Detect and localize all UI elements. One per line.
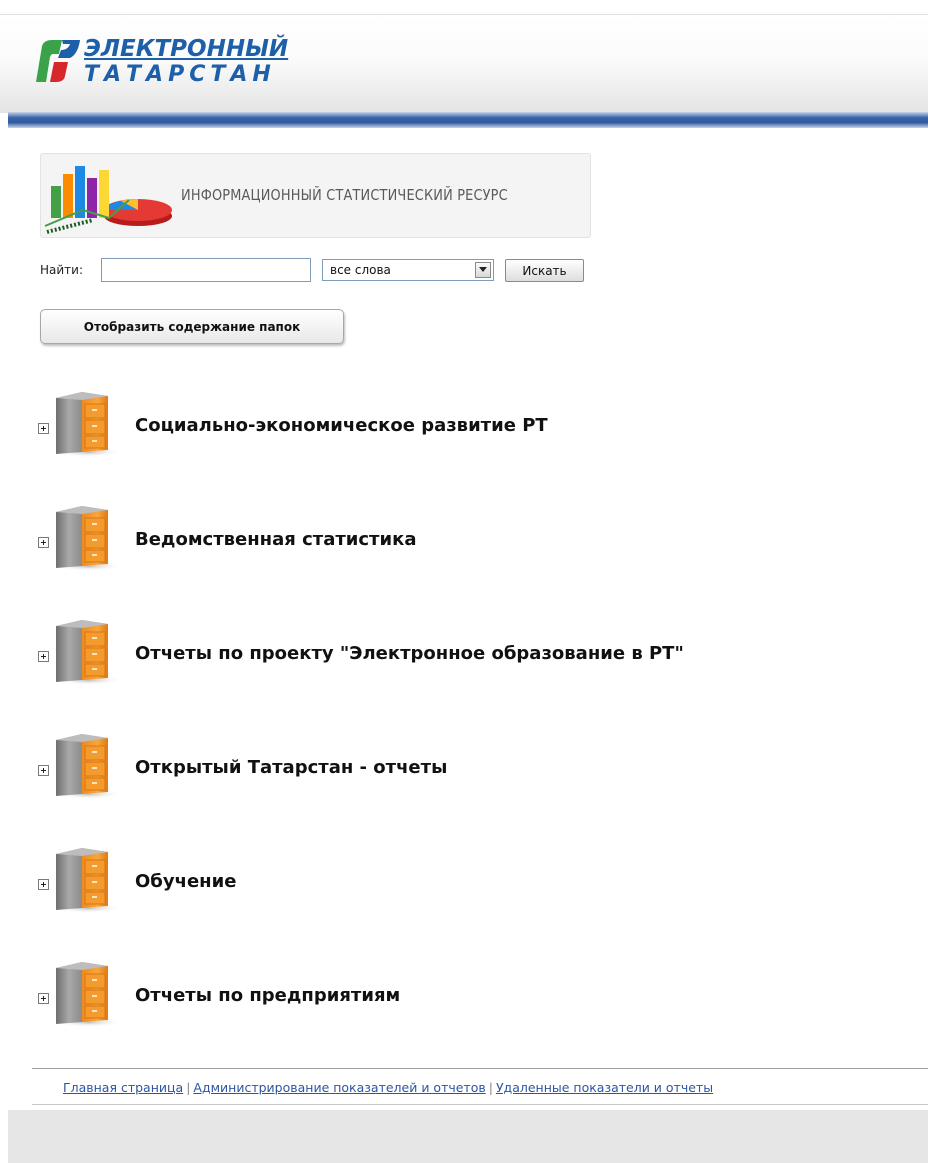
tree-item-label[interactable]: Открытый Татарстан - отчеты — [135, 757, 447, 778]
footer-separator: | — [488, 1080, 493, 1095]
banner-title: ИНФОРМАЦИОННЫЙ СТАТИСТИЧЕСКИЙ РЕСУРС — [181, 186, 508, 204]
file-cabinet-icon — [53, 961, 123, 1028]
footer-bar — [8, 1110, 928, 1163]
tree-item-label[interactable]: Отчеты по предприятиям — [135, 985, 400, 1006]
search-button[interactable]: Искать — [505, 259, 584, 282]
tree-item-departmental-stats[interactable]: Ведомственная статистика — [0, 496, 928, 586]
file-cabinet-icon — [53, 619, 123, 686]
tree-item-enterprise-reports[interactable]: Отчеты по предприятиям — [0, 952, 928, 1042]
dropdown-arrow-icon[interactable] — [475, 262, 491, 278]
file-cabinet-icon — [53, 733, 123, 800]
statistics-chart-icon — [44, 166, 172, 234]
footer-link-home[interactable]: Главная страница — [63, 1080, 183, 1095]
tree-item-label[interactable]: Отчеты по проекту "Электронное образован… — [135, 643, 684, 664]
tree-item-e-education-reports[interactable]: Отчеты по проекту "Электронное образован… — [0, 610, 928, 700]
show-folders-button[interactable]: Отобразить содержание папок — [40, 309, 344, 344]
tree-item-open-tatarstan[interactable]: Открытый Татарстан - отчеты — [0, 724, 928, 814]
footer-link-deleted[interactable]: Удаленные показатели и отчеты — [496, 1080, 713, 1095]
footer-nav: Главная страница | Администрирование показ… — [63, 1080, 713, 1095]
search-mode-select[interactable]: все слова — [322, 259, 494, 281]
tree-item-socio-economic[interactable]: Социально-экономическое развитие РТ — [0, 382, 928, 472]
footer-divider — [32, 1068, 928, 1069]
resource-banner: ИНФОРМАЦИОННЫЙ СТАТИСТИЧЕСКИЙ РЕСУРС — [40, 153, 591, 238]
tree-item-training[interactable]: Обучение — [0, 838, 928, 928]
file-cabinet-icon — [53, 391, 123, 458]
logo-text-line2: ТАТАРСТАН — [84, 62, 276, 87]
footer-link-admin[interactable]: Администрирование показателей и отчетов — [193, 1080, 485, 1095]
footer-separator: | — [186, 1080, 191, 1095]
tree-item-label[interactable]: Ведомственная статистика — [135, 529, 416, 550]
file-cabinet-icon — [53, 505, 123, 572]
site-logo[interactable]: ЭЛЕКТРОННЫЙ ТАТАРСТАН — [28, 36, 288, 96]
tree-item-label[interactable]: Социально-экономическое развитие РТ — [135, 415, 548, 436]
tree-item-label[interactable]: Обучение — [135, 871, 236, 892]
search-mode-value: все слова — [330, 263, 391, 277]
expand-icon[interactable] — [38, 423, 49, 434]
logo-text-line1: ЭЛЕКТРОННЫЙ — [84, 36, 289, 62]
expand-icon[interactable] — [38, 651, 49, 662]
expand-icon[interactable] — [38, 993, 49, 1004]
header-accent-bar — [8, 112, 928, 128]
file-cabinet-icon — [53, 847, 123, 914]
logo-mark-icon — [36, 40, 80, 82]
footer-divider-bottom — [32, 1104, 928, 1105]
expand-icon[interactable] — [38, 879, 49, 890]
expand-icon[interactable] — [38, 537, 49, 548]
expand-icon[interactable] — [38, 765, 49, 776]
search-input[interactable] — [101, 258, 311, 282]
search-label: Найти: — [40, 263, 84, 277]
